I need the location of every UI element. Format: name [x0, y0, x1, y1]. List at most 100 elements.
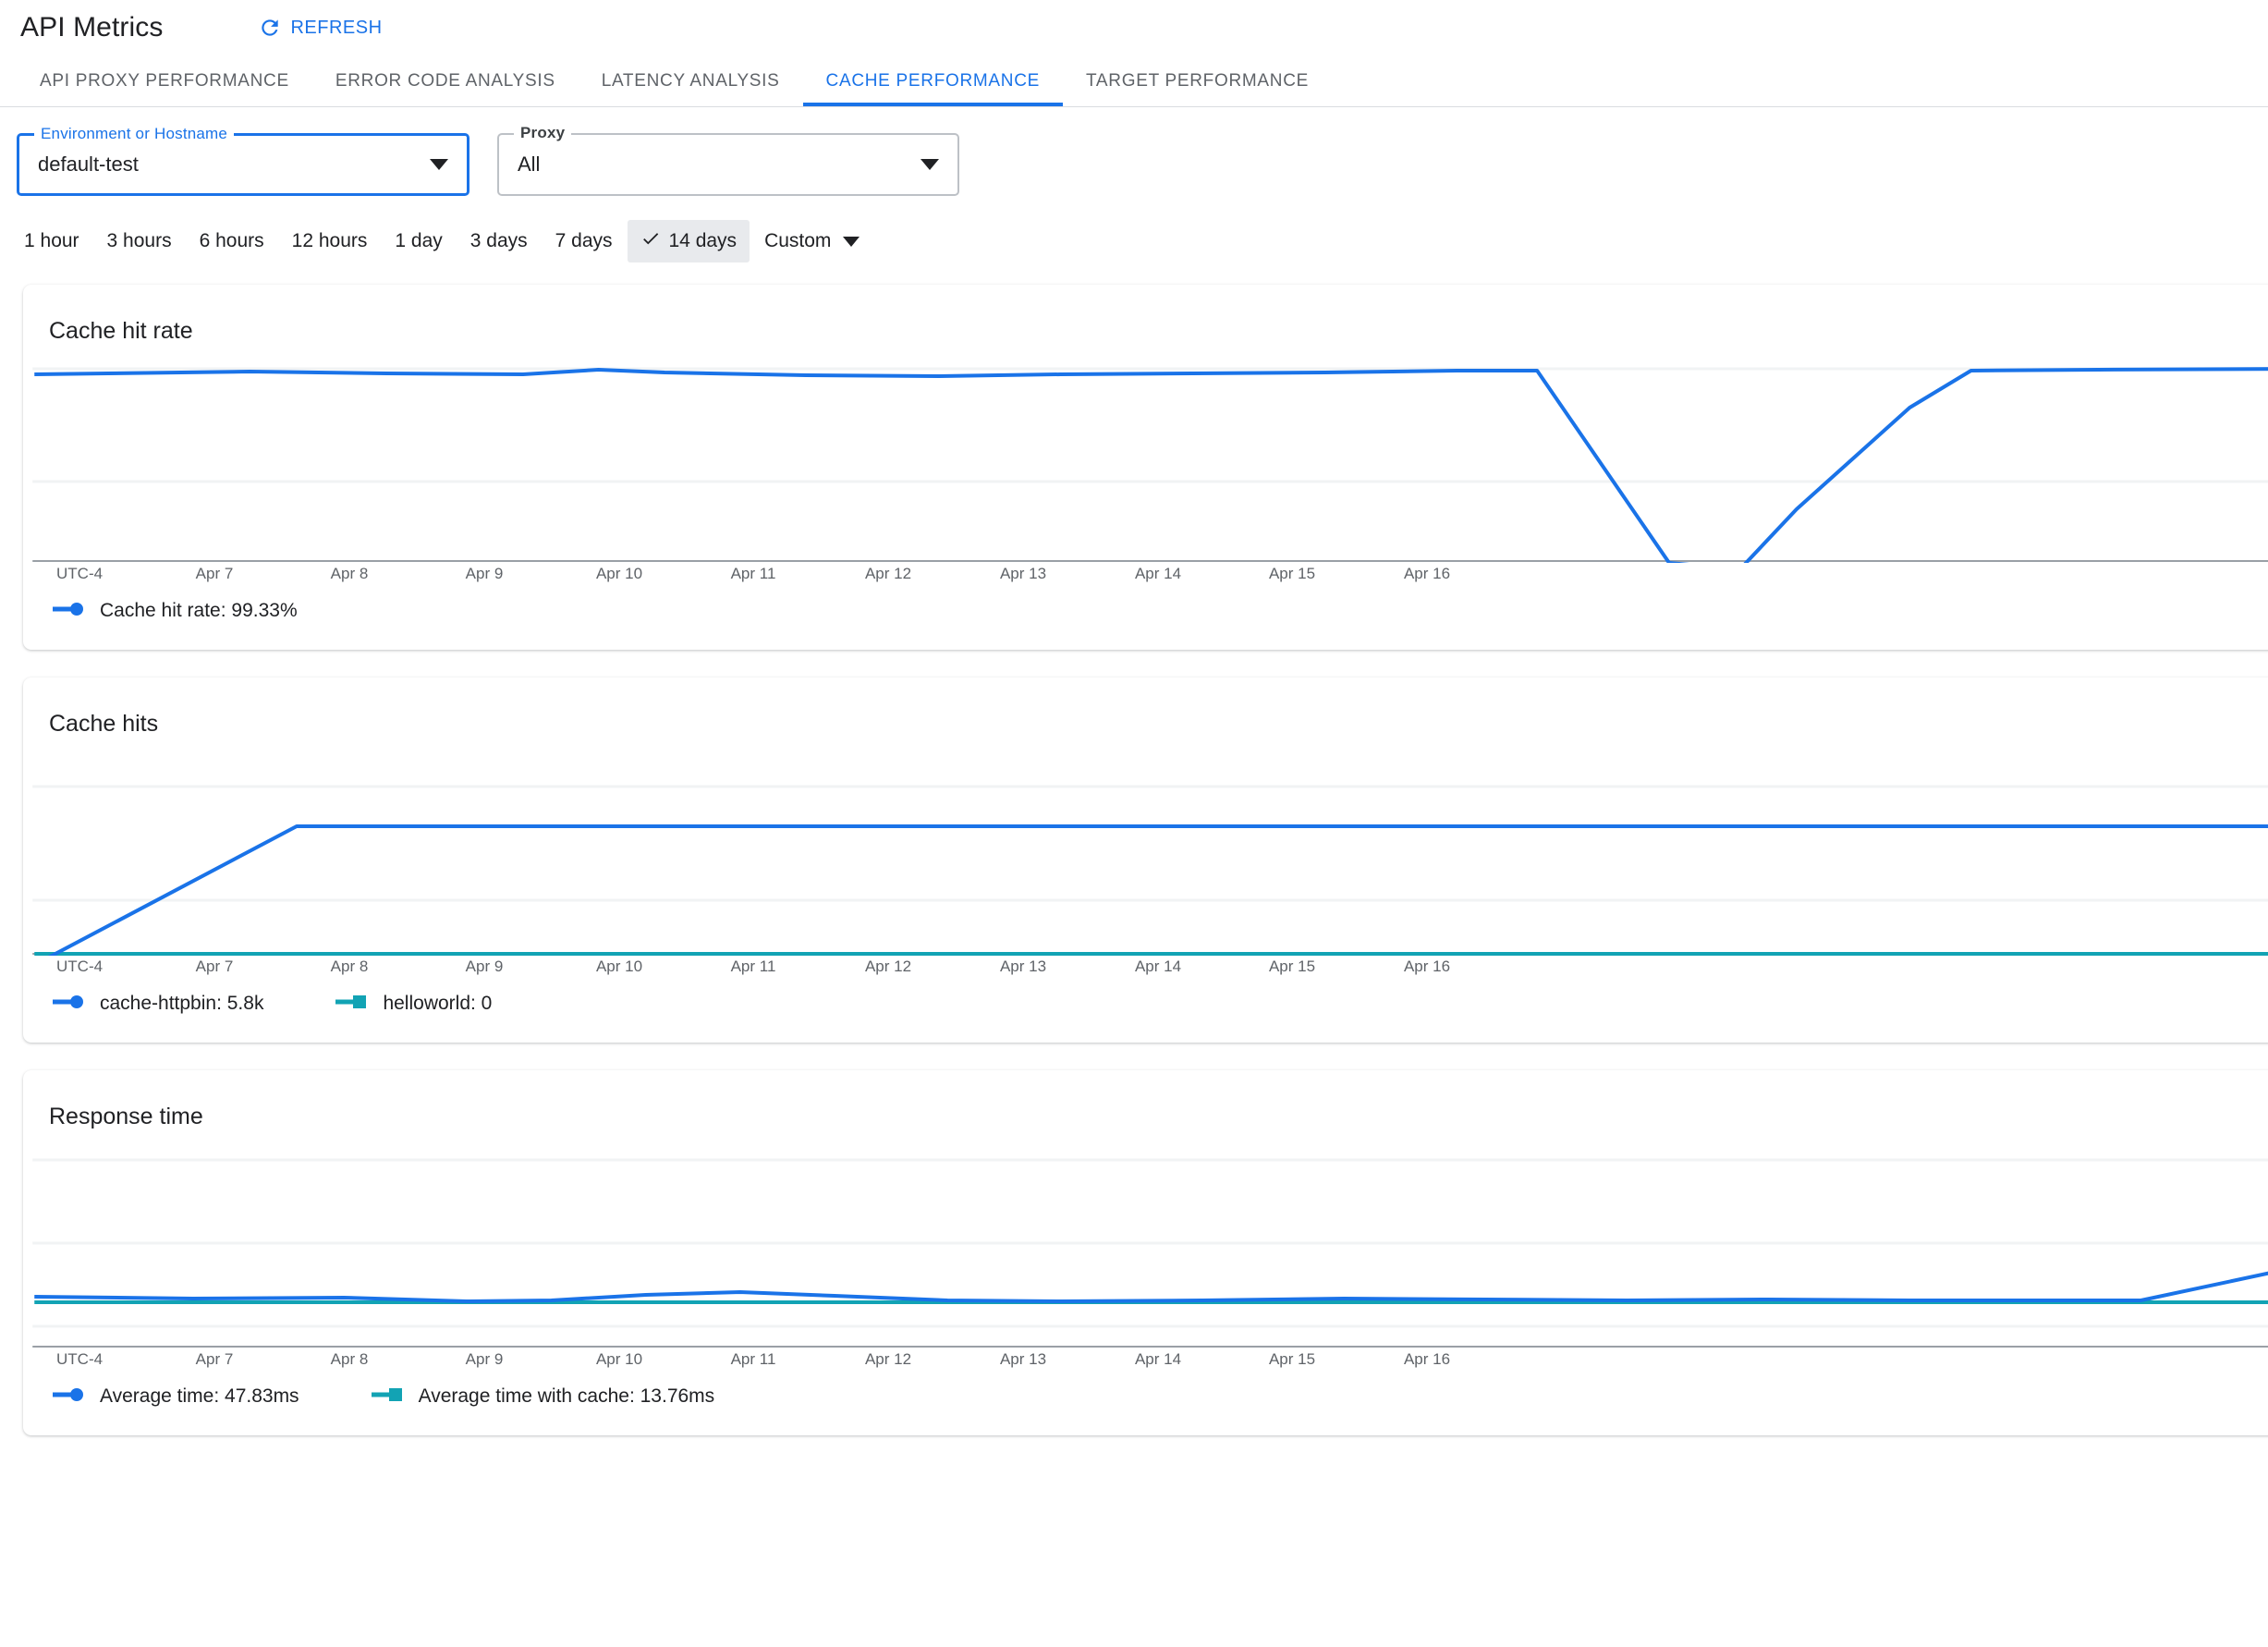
legend-marker-square-icon: [335, 994, 371, 1014]
axis-tick: Apr 9: [465, 1350, 504, 1368]
axis-tick: Apr 15: [1268, 565, 1316, 582]
axis-tick: Apr 12: [864, 1350, 912, 1368]
time-range-label: 1 hour: [24, 230, 79, 251]
chevron-down-icon: [430, 159, 448, 170]
check-icon: [640, 228, 661, 254]
axis-tick: Apr 16: [1403, 1350, 1451, 1368]
time-range-7-days[interactable]: 7 days: [543, 222, 626, 261]
axis-tick: Apr 16: [1403, 958, 1451, 975]
proxy-select[interactable]: Proxy All: [497, 124, 959, 196]
environment-select[interactable]: Environment or Hostname default-test: [17, 125, 469, 196]
chart-title: Cache hit rate: [49, 318, 193, 344]
axis-tick: Apr 13: [999, 958, 1047, 975]
chart-plot-cache-hit-rate[interactable]: [23, 361, 2268, 563]
tab-target-performance[interactable]: TARGET PERFORMANCE: [1063, 55, 1332, 106]
refresh-icon: [258, 16, 282, 40]
legend-marker-circle-icon: [53, 602, 88, 621]
axis-tick: Apr 14: [1134, 565, 1182, 582]
legend-label: cache-httpbin: 5.8k: [100, 993, 264, 1014]
legend-item[interactable]: Cache hit rate: 99.33%: [53, 600, 298, 622]
time-range-6-hours[interactable]: 6 hours: [187, 222, 277, 261]
legend-label: Cache hit rate: 99.33%: [100, 600, 298, 621]
axis-tick: UTC-4: [56, 1350, 104, 1368]
tab-cache-performance[interactable]: CACHE PERFORMANCE: [802, 55, 1064, 106]
chart-legend-cache-hit-rate: Cache hit rate: 99.33%: [23, 592, 2268, 650]
legend-marker-circle-icon: [53, 994, 88, 1014]
legend-label: Average time with cache: 13.76ms: [418, 1385, 715, 1407]
tab-latency-analysis[interactable]: LATENCY ANALYSIS: [579, 55, 803, 106]
chart-legend-cache-hits: cache-httpbin: 5.8k helloworld: 0: [23, 985, 2268, 1043]
time-range-label: 1 day: [395, 230, 443, 251]
axis-tick: Apr 10: [595, 565, 643, 582]
axis-tick: Apr 16: [1403, 565, 1451, 582]
axis-tick: Apr 8: [330, 958, 369, 975]
legend-item[interactable]: Average time with cache: 13.76ms: [371, 1385, 715, 1408]
legend-item[interactable]: Average time: 47.83ms: [53, 1385, 299, 1408]
time-range-label: 14 days: [668, 230, 738, 251]
chart-card-cache-hits: Cache hits UTC-4 Apr 7 Apr 8 Apr 9 Apr 1…: [23, 677, 2268, 1043]
chart-x-axis-cache-hits: UTC-4 Apr 7 Apr 8 Apr 9 Apr 10 Apr 11 Ap…: [23, 958, 2268, 985]
chart-plot-response-time[interactable]: [23, 1147, 2268, 1348]
time-range-3-days[interactable]: 3 days: [457, 222, 541, 261]
axis-tick: Apr 14: [1134, 1350, 1182, 1368]
chevron-down-icon: [921, 159, 939, 170]
axis-tick: Apr 10: [595, 958, 643, 975]
page-header: API Metrics REFRESH: [0, 0, 2268, 55]
chevron-down-icon: [843, 236, 860, 247]
refresh-button[interactable]: REFRESH: [252, 12, 387, 43]
time-range-1-hour[interactable]: 1 hour: [11, 222, 92, 261]
time-range-1-day[interactable]: 1 day: [382, 222, 455, 261]
axis-tick: Apr 8: [330, 565, 369, 582]
chart-x-axis-cache-hit-rate: UTC-4 Apr 7 Apr 8 Apr 9 Apr 10 Apr 11 Ap…: [23, 565, 2268, 592]
legend-label: Average time: 47.83ms: [100, 1385, 299, 1407]
chart-plot-cache-hits[interactable]: [23, 754, 2268, 956]
tab-api-proxy-performance[interactable]: API PROXY PERFORMANCE: [17, 55, 312, 106]
axis-tick: Apr 12: [864, 565, 912, 582]
axis-tick: Apr 15: [1268, 958, 1316, 975]
axis-tick: Apr 11: [730, 1350, 776, 1368]
time-range-label: 12 hours: [291, 230, 368, 251]
page-title: API Metrics: [20, 12, 164, 43]
legend-label: helloworld: 0: [383, 993, 493, 1014]
time-range-3-hours[interactable]: 3 hours: [94, 222, 185, 261]
axis-tick: Apr 13: [999, 565, 1047, 582]
chart-title: Response time: [49, 1104, 203, 1129]
legend-marker-square-icon: [371, 1387, 407, 1407]
time-range-selector: 1 hour 3 hours 6 hours 12 hours 1 day 3 …: [0, 196, 2268, 262]
chart-x-axis-response-time: UTC-4 Apr 7 Apr 8 Apr 9 Apr 10 Apr 11 Ap…: [23, 1350, 2268, 1378]
legend-item[interactable]: helloworld: 0: [335, 993, 492, 1015]
legend-item[interactable]: cache-httpbin: 5.8k: [53, 993, 263, 1015]
axis-tick: Apr 8: [330, 1350, 369, 1368]
legend-marker-circle-icon: [53, 1387, 88, 1407]
time-range-custom-label: Custom: [764, 230, 832, 251]
chart-title: Cache hits: [49, 711, 159, 737]
time-range-14-days[interactable]: 14 days: [627, 220, 750, 262]
axis-tick: UTC-4: [56, 565, 104, 582]
tab-bar: API PROXY PERFORMANCE ERROR CODE ANALYSI…: [0, 55, 2268, 107]
axis-tick: Apr 13: [999, 1350, 1047, 1368]
axis-tick: Apr 7: [195, 958, 234, 975]
chart-card-cache-hit-rate: Cache hit rate UTC-4 Apr 7 Apr 8 Apr 9 A…: [23, 285, 2268, 650]
chart-card-response-time: Response time UTC-4 Apr 7 Apr 8 Apr 9 Ap…: [23, 1070, 2268, 1435]
axis-tick: Apr 9: [465, 958, 504, 975]
tab-error-code-analysis[interactable]: ERROR CODE ANALYSIS: [312, 55, 579, 106]
axis-tick: Apr 11: [730, 565, 776, 582]
filter-row: Environment or Hostname default-test Pro…: [0, 107, 2268, 196]
axis-tick: Apr 7: [195, 1350, 234, 1368]
time-range-12-hours[interactable]: 12 hours: [279, 222, 381, 261]
proxy-select-label: Proxy: [514, 124, 572, 142]
axis-tick: Apr 12: [864, 958, 912, 975]
time-range-label: 6 hours: [199, 230, 264, 251]
chart-card-list: Cache hit rate UTC-4 Apr 7 Apr 8 Apr 9 A…: [0, 262, 2268, 1435]
axis-tick: Apr 7: [195, 565, 234, 582]
axis-tick: Apr 11: [730, 958, 776, 975]
environment-select-label: Environment or Hostname: [34, 125, 235, 143]
time-range-label: 3 hours: [106, 230, 172, 251]
time-range-label: 3 days: [469, 230, 528, 251]
proxy-select-value: All: [518, 152, 541, 176]
axis-tick: Apr 9: [465, 565, 504, 582]
axis-tick: UTC-4: [56, 958, 104, 975]
time-range-custom[interactable]: Custom: [751, 222, 867, 261]
chart-legend-response-time: Average time: 47.83ms Average time with …: [23, 1378, 2268, 1435]
time-range-label: 7 days: [555, 230, 613, 251]
